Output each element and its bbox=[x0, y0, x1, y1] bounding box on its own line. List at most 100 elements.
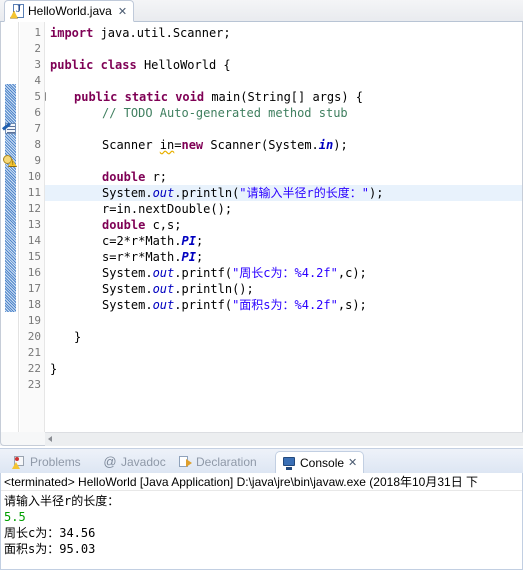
line-number: 19 bbox=[27, 314, 41, 327]
code-token: .println(); bbox=[174, 282, 254, 296]
editor-marker-column[interactable] bbox=[1, 22, 19, 432]
keyword-token: new bbox=[181, 138, 204, 152]
code-line-22: } bbox=[46, 361, 522, 377]
code-token: .printf( bbox=[174, 266, 233, 280]
string-literal-token: "请输入半径r的长度：" bbox=[239, 186, 369, 200]
console-view-part: Problems @ Javadoc Declaration Console ✕… bbox=[0, 448, 523, 570]
tab-label: Declaration bbox=[196, 455, 257, 469]
line-number: 7 bbox=[34, 122, 41, 135]
line-number: 12 bbox=[27, 202, 41, 215]
tab-declaration[interactable]: Declaration bbox=[172, 451, 263, 473]
code-line-10: double r; bbox=[46, 169, 522, 185]
tab-console[interactable]: Console ✕ bbox=[275, 451, 365, 473]
scrollbar-trough[interactable] bbox=[45, 432, 523, 446]
console-output-line: 请输入半径r的长度： bbox=[4, 494, 120, 508]
code-token: c=2*r*Math. bbox=[102, 234, 182, 248]
code-line-18: System.out.printf("面积s为：%4.2f",s); bbox=[46, 297, 522, 313]
todo-task-icon[interactable] bbox=[2, 122, 17, 135]
line-number: 16 bbox=[27, 266, 41, 279]
console-output-line: 周长c为：34.56 bbox=[4, 526, 96, 540]
editor-tab-helloworld[interactable]: HelloWorld.java ✕ bbox=[4, 0, 135, 22]
code-token: main(String[] args) { bbox=[204, 90, 364, 104]
tab-problems[interactable]: Problems bbox=[6, 451, 87, 473]
code-token: ); bbox=[368, 186, 384, 200]
code-line-17: System.out.println(); bbox=[46, 281, 522, 297]
line-number: 5 bbox=[34, 90, 41, 103]
code-line-6: // TODO Auto-generated method stub bbox=[46, 105, 522, 121]
code-token: ,s); bbox=[337, 298, 367, 312]
code-token: } bbox=[74, 330, 82, 344]
console-launch-header: <terminated> HelloWorld [Java Applicatio… bbox=[1, 473, 522, 491]
view-tab-bar: Problems @ Javadoc Declaration Console ✕ bbox=[0, 449, 523, 473]
tab-javadoc[interactable]: @ Javadoc bbox=[97, 451, 172, 473]
line-number: 15 bbox=[27, 250, 41, 263]
line-number: 6 bbox=[34, 106, 41, 119]
code-line-11: System.out.println("请输入半径r的长度："); bbox=[46, 185, 522, 201]
line-number: 8 bbox=[34, 138, 41, 151]
code-line-1: import java.util.Scanner; bbox=[46, 25, 522, 41]
line-number: 3 bbox=[34, 58, 41, 71]
code-token: ,c); bbox=[337, 266, 367, 280]
line-number: 14 bbox=[27, 234, 41, 247]
scrollbar-corner bbox=[0, 432, 45, 446]
line-number: 21 bbox=[27, 346, 41, 359]
console-input-line: 5.5 bbox=[4, 510, 26, 524]
code-token: System. bbox=[102, 282, 153, 296]
string-literal-token: "面积s为：%4.2f" bbox=[232, 298, 338, 312]
editor-tab-bar: HelloWorld.java ✕ bbox=[0, 0, 523, 22]
code-token: } bbox=[50, 362, 58, 376]
code-token: .println( bbox=[174, 186, 240, 200]
line-number: 11 bbox=[27, 186, 41, 199]
line-number: 2 bbox=[34, 42, 41, 55]
problems-icon bbox=[12, 455, 26, 469]
warning-marker-icon[interactable] bbox=[3, 154, 17, 167]
line-number: 17 bbox=[27, 282, 41, 295]
static-field-token: PI bbox=[181, 250, 196, 264]
code-token: s=r*r*Math. bbox=[102, 250, 182, 264]
console-output-area[interactable]: <terminated> HelloWorld [Java Applicatio… bbox=[0, 473, 523, 570]
tab-label: Console bbox=[300, 455, 345, 470]
editor-horizontal-scrollbar[interactable] bbox=[0, 432, 523, 446]
scroll-left-arrow-icon[interactable] bbox=[48, 436, 52, 442]
static-field-token: in bbox=[318, 138, 334, 152]
static-field-token: out bbox=[152, 282, 175, 296]
code-token: ; bbox=[195, 234, 204, 248]
code-line-20: } bbox=[46, 329, 522, 345]
static-field-token: out bbox=[152, 266, 175, 280]
tab-label: Javadoc bbox=[121, 455, 166, 469]
change-bar bbox=[5, 84, 16, 312]
static-field-token: out bbox=[152, 298, 175, 312]
code-token: HelloWorld { bbox=[136, 58, 231, 72]
keyword-token: static bbox=[124, 90, 168, 104]
editor-body[interactable]: 1 2 3 4 5 6 7 8 9 10 11 12 13 14 15 16 1… bbox=[0, 22, 523, 432]
line-number-column: 1 2 3 4 5 6 7 8 9 10 11 12 13 14 15 16 1… bbox=[20, 22, 54, 432]
code-token: java.util.Scanner; bbox=[93, 26, 231, 40]
keyword-token: void bbox=[175, 90, 205, 104]
code-line-15: s=r*r*Math.PI; bbox=[46, 249, 522, 265]
code-token: c,s; bbox=[145, 218, 182, 232]
line-number: 18 bbox=[27, 298, 41, 311]
javadoc-at-icon: @ bbox=[103, 454, 117, 469]
close-icon[interactable]: ✕ bbox=[118, 6, 127, 17]
string-literal-token: "周长c为：%4.2f" bbox=[232, 266, 338, 280]
code-line-8: Scanner in=new Scanner(System.in); bbox=[46, 137, 522, 153]
close-icon[interactable]: ✕ bbox=[348, 456, 357, 469]
keyword-token: public bbox=[74, 90, 118, 104]
code-area[interactable]: import java.util.Scanner; public class H… bbox=[46, 22, 522, 432]
code-token: System. bbox=[102, 266, 153, 280]
keyword-token: public bbox=[50, 58, 94, 72]
line-number: 20 bbox=[27, 330, 41, 343]
line-number: 22 bbox=[27, 362, 41, 375]
code-token: r; bbox=[145, 170, 168, 184]
editor-tab-label: HelloWorld.java bbox=[28, 4, 112, 18]
warning-underlined-token: in bbox=[159, 138, 175, 152]
static-field-token: PI bbox=[181, 234, 196, 248]
line-number: 1 bbox=[34, 26, 41, 39]
code-line-3: public class HelloWorld { bbox=[46, 57, 522, 73]
editor-part: HelloWorld.java ✕ 1 2 3 4 5 6 7 8 9 bbox=[0, 0, 523, 446]
